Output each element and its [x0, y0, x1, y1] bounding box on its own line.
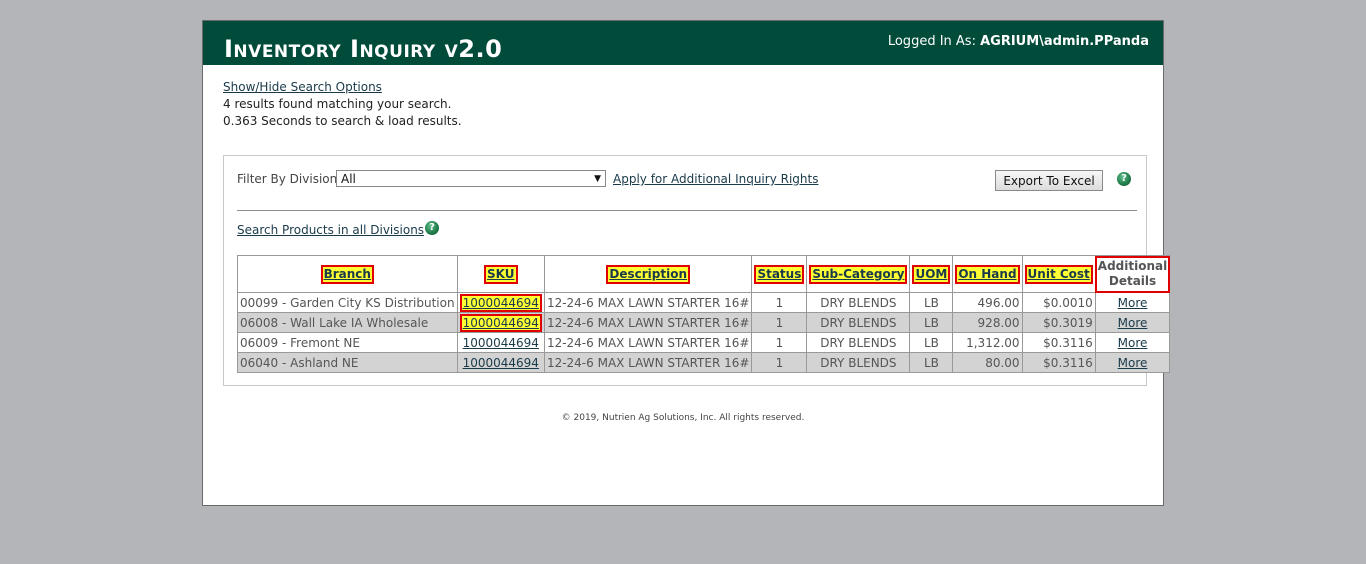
cell-branch: 06008 - Wall Lake IA Wholesale [237, 312, 458, 333]
cell-more[interactable]: More [1094, 332, 1171, 353]
sku-link[interactable]: 1000044694 [459, 313, 542, 332]
cell-description: 12-24-6 MAX LAWN STARTER 16# [543, 352, 753, 373]
column-header-description[interactable]: Description [543, 255, 753, 293]
results-count-text: 4 results found matching your search. [223, 97, 452, 111]
cell-unit-cost: $0.3116 [1021, 332, 1096, 353]
divider [237, 210, 1137, 211]
sku-link[interactable]: 1000044694 [463, 356, 539, 370]
filter-division-label: Filter By Division: [237, 172, 342, 186]
header-bar: Inventory Inquiry v2.0 Logged In As: AGR… [203, 21, 1163, 65]
table-row: 00099 - Garden City KS Distribution 1000… [237, 292, 1171, 313]
cell-sku[interactable]: 1000044694 [456, 312, 545, 333]
table-header-row: Branch SKU Description Status Sub-Catego… [237, 255, 1171, 293]
table-row: 06008 - Wall Lake IA Wholesale 100004469… [237, 312, 1171, 333]
apply-inquiry-rights-link[interactable]: Apply for Additional Inquiry Rights [613, 172, 818, 186]
results-panel: Filter By Division: All ▼ Apply for Addi… [223, 155, 1171, 386]
column-header-uom[interactable]: UOM [909, 255, 954, 293]
search-timing-text: 0.363 Seconds to search & load results. [223, 114, 462, 128]
export-to-excel-button[interactable]: Export To Excel [995, 170, 1103, 191]
cell-on-hand: 80.00 [952, 352, 1023, 373]
division-select[interactable]: All ▼ [336, 170, 606, 187]
cell-subcategory: DRY BLENDS [806, 312, 911, 333]
cell-status: 1 [751, 352, 808, 373]
cell-unit-cost: $0.0010 [1021, 292, 1096, 313]
cell-branch: 06009 - Fremont NE [237, 332, 458, 353]
cell-subcategory: DRY BLENDS [806, 352, 911, 373]
cell-on-hand: 496.00 [952, 292, 1023, 313]
logged-in-info: Logged In As: AGRIUM\admin.PPanda [888, 34, 1149, 49]
cell-uom: LB [909, 312, 954, 333]
cell-on-hand: 1,312.00 [952, 332, 1023, 353]
column-header-unit-cost[interactable]: Unit Cost [1021, 255, 1096, 293]
more-link[interactable]: More [1118, 296, 1148, 310]
cell-description: 12-24-6 MAX LAWN STARTER 16# [543, 312, 753, 333]
cell-status: 1 [751, 292, 808, 313]
search-all-divisions-link[interactable]: Search Products in all Divisions [237, 223, 424, 237]
division-select-value: All [341, 172, 356, 186]
search-summary: Show/Hide Search Options 4 results found… [223, 79, 462, 130]
cell-sku[interactable]: 1000044694 [456, 352, 545, 373]
app-title-text: Inventory Inquiry v2.0 [224, 35, 503, 63]
column-header-on-hand[interactable]: On Hand [952, 255, 1023, 293]
table-row: 06040 - Ashland NE 1000044694 12-24-6 MA… [237, 352, 1171, 373]
cell-unit-cost: $0.3116 [1021, 352, 1096, 373]
cell-uom: LB [909, 292, 954, 313]
help-icon[interactable]: ? [425, 221, 439, 235]
footer-copyright: © 2019, Nutrien Ag Solutions, Inc. All r… [561, 413, 805, 423]
more-link[interactable]: More [1118, 316, 1148, 330]
cell-on-hand: 928.00 [952, 312, 1023, 333]
app-window: Inventory Inquiry v2.0 Logged In As: AGR… [202, 20, 1171, 506]
more-link[interactable]: More [1118, 336, 1148, 350]
help-icon[interactable]: ? [1117, 172, 1131, 186]
show-hide-search-options-link[interactable]: Show/Hide Search Options [223, 80, 382, 94]
column-header-subcategory[interactable]: Sub-Category [806, 255, 911, 293]
cell-subcategory: DRY BLENDS [806, 292, 911, 313]
cell-more[interactable]: More [1094, 292, 1171, 313]
cell-sku[interactable]: 1000044694 [456, 292, 545, 313]
cell-uom: LB [909, 352, 954, 373]
cell-branch: 00099 - Garden City KS Distribution [237, 292, 458, 313]
cell-sku[interactable]: 1000044694 [456, 332, 545, 353]
table-row: 06009 - Fremont NE 1000044694 12-24-6 MA… [237, 332, 1171, 353]
column-header-sku[interactable]: SKU [456, 255, 545, 293]
cell-description: 12-24-6 MAX LAWN STARTER 16# [543, 292, 753, 313]
cell-description: 12-24-6 MAX LAWN STARTER 16# [543, 332, 753, 353]
cell-more[interactable]: More [1094, 352, 1171, 373]
cell-uom: LB [909, 332, 954, 353]
cell-subcategory: DRY BLENDS [806, 332, 911, 353]
cell-more[interactable]: More [1094, 312, 1171, 333]
app-title: Inventory Inquiry v2.0 [224, 35, 502, 63]
column-header-additional-details: Additional Details [1094, 255, 1171, 293]
cell-status: 1 [751, 332, 808, 353]
cell-status: 1 [751, 312, 808, 333]
column-header-branch[interactable]: Branch [237, 255, 458, 293]
results-table: Branch SKU Description Status Sub-Catego… [237, 255, 1171, 373]
column-header-status[interactable]: Status [751, 255, 808, 293]
more-link[interactable]: More [1118, 356, 1148, 370]
logged-in-label: Logged In As: [887, 34, 976, 49]
cell-branch: 06040 - Ashland NE [237, 352, 458, 373]
sku-link[interactable]: 1000044694 [463, 336, 539, 350]
cell-unit-cost: $0.3019 [1021, 312, 1096, 333]
sku-link[interactable]: 1000044694 [459, 293, 542, 312]
logged-in-user: AGRIUM\admin.PPanda [980, 34, 1149, 49]
dropdown-arrow-icon: ▼ [594, 174, 601, 184]
